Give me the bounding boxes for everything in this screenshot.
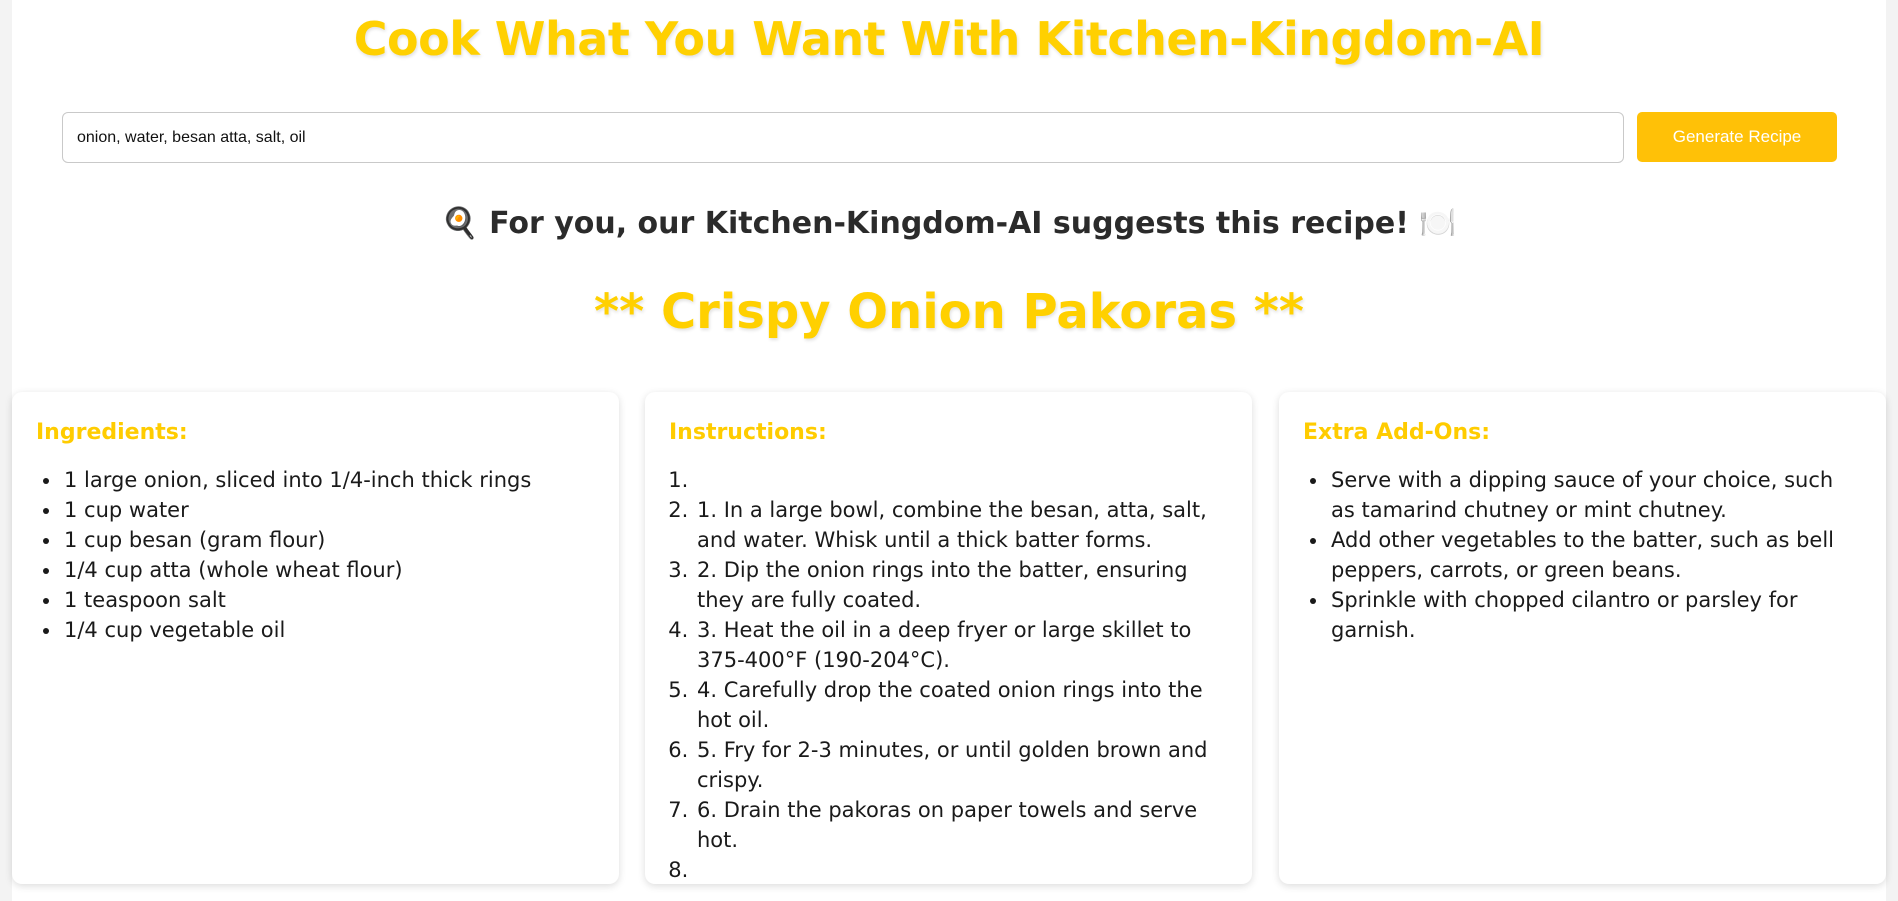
list-item: Serve with a dipping sauce of your choic…: [1329, 465, 1862, 525]
suggestion-heading: 🍳 For you, our Kitchen-Kingdom-AI sugges…: [12, 206, 1886, 241]
ingredients-list: 1 large onion, sliced into 1/4-inch thic…: [36, 465, 595, 645]
list-item: 1 cup water: [62, 495, 595, 525]
addons-card: Extra Add-Ons: Serve with a dipping sauc…: [1279, 392, 1886, 884]
list-item: 1 cup besan (gram flour): [62, 525, 595, 555]
list-item: 1/4 cup atta (whole wheat flour): [62, 555, 595, 585]
list-item: 1/4 cup vegetable oil: [62, 615, 595, 645]
list-item: [695, 855, 1228, 885]
list-item: 6. Drain the pakoras on paper towels and…: [695, 795, 1228, 855]
list-item: 5. Fry for 2-3 minutes, or until golden …: [695, 735, 1228, 795]
list-item: 1 large onion, sliced into 1/4-inch thic…: [62, 465, 595, 495]
list-item: 1. In a large bowl, combine the besan, a…: [695, 495, 1228, 555]
list-item: 3. Heat the oil in a deep fryer or large…: [695, 615, 1228, 675]
instructions-list: 1. In a large bowl, combine the besan, a…: [669, 465, 1228, 885]
suggestion-text: For you, our Kitchen-Kingdom-AI suggests…: [489, 206, 1409, 241]
ingredients-heading: Ingredients:: [36, 420, 188, 445]
instructions-card: Instructions: 1. In a large bowl, combin…: [645, 392, 1252, 884]
frying-pan-icon: 🍳: [441, 206, 479, 241]
addons-list: Serve with a dipping sauce of your choic…: [1303, 465, 1862, 645]
addons-heading: Extra Add-Ons:: [1303, 420, 1490, 445]
plate-icon: 🍽️: [1419, 206, 1457, 241]
list-item: 1 teaspoon salt: [62, 585, 595, 615]
ingredients-input[interactable]: [62, 112, 1624, 163]
list-item: 4. Carefully drop the coated onion rings…: [695, 675, 1228, 735]
search-row: Generate Recipe: [62, 112, 1850, 163]
instructions-heading: Instructions:: [669, 420, 827, 445]
generate-recipe-button[interactable]: Generate Recipe: [1637, 112, 1837, 162]
ingredients-card: Ingredients: 1 large onion, sliced into …: [12, 392, 619, 884]
list-item: [695, 465, 1228, 495]
recipe-title: ** Crispy Onion Pakoras **: [594, 284, 1304, 340]
page-title: Cook What You Want With Kitchen-Kingdom-…: [353, 12, 1545, 66]
list-item: Sprinkle with chopped cilantro or parsle…: [1329, 585, 1862, 645]
page: Cook What You Want With Kitchen-Kingdom-…: [12, 0, 1886, 901]
list-item: Add other vegetables to the batter, such…: [1329, 525, 1862, 585]
list-item: 2. Dip the onion rings into the batter, …: [695, 555, 1228, 615]
